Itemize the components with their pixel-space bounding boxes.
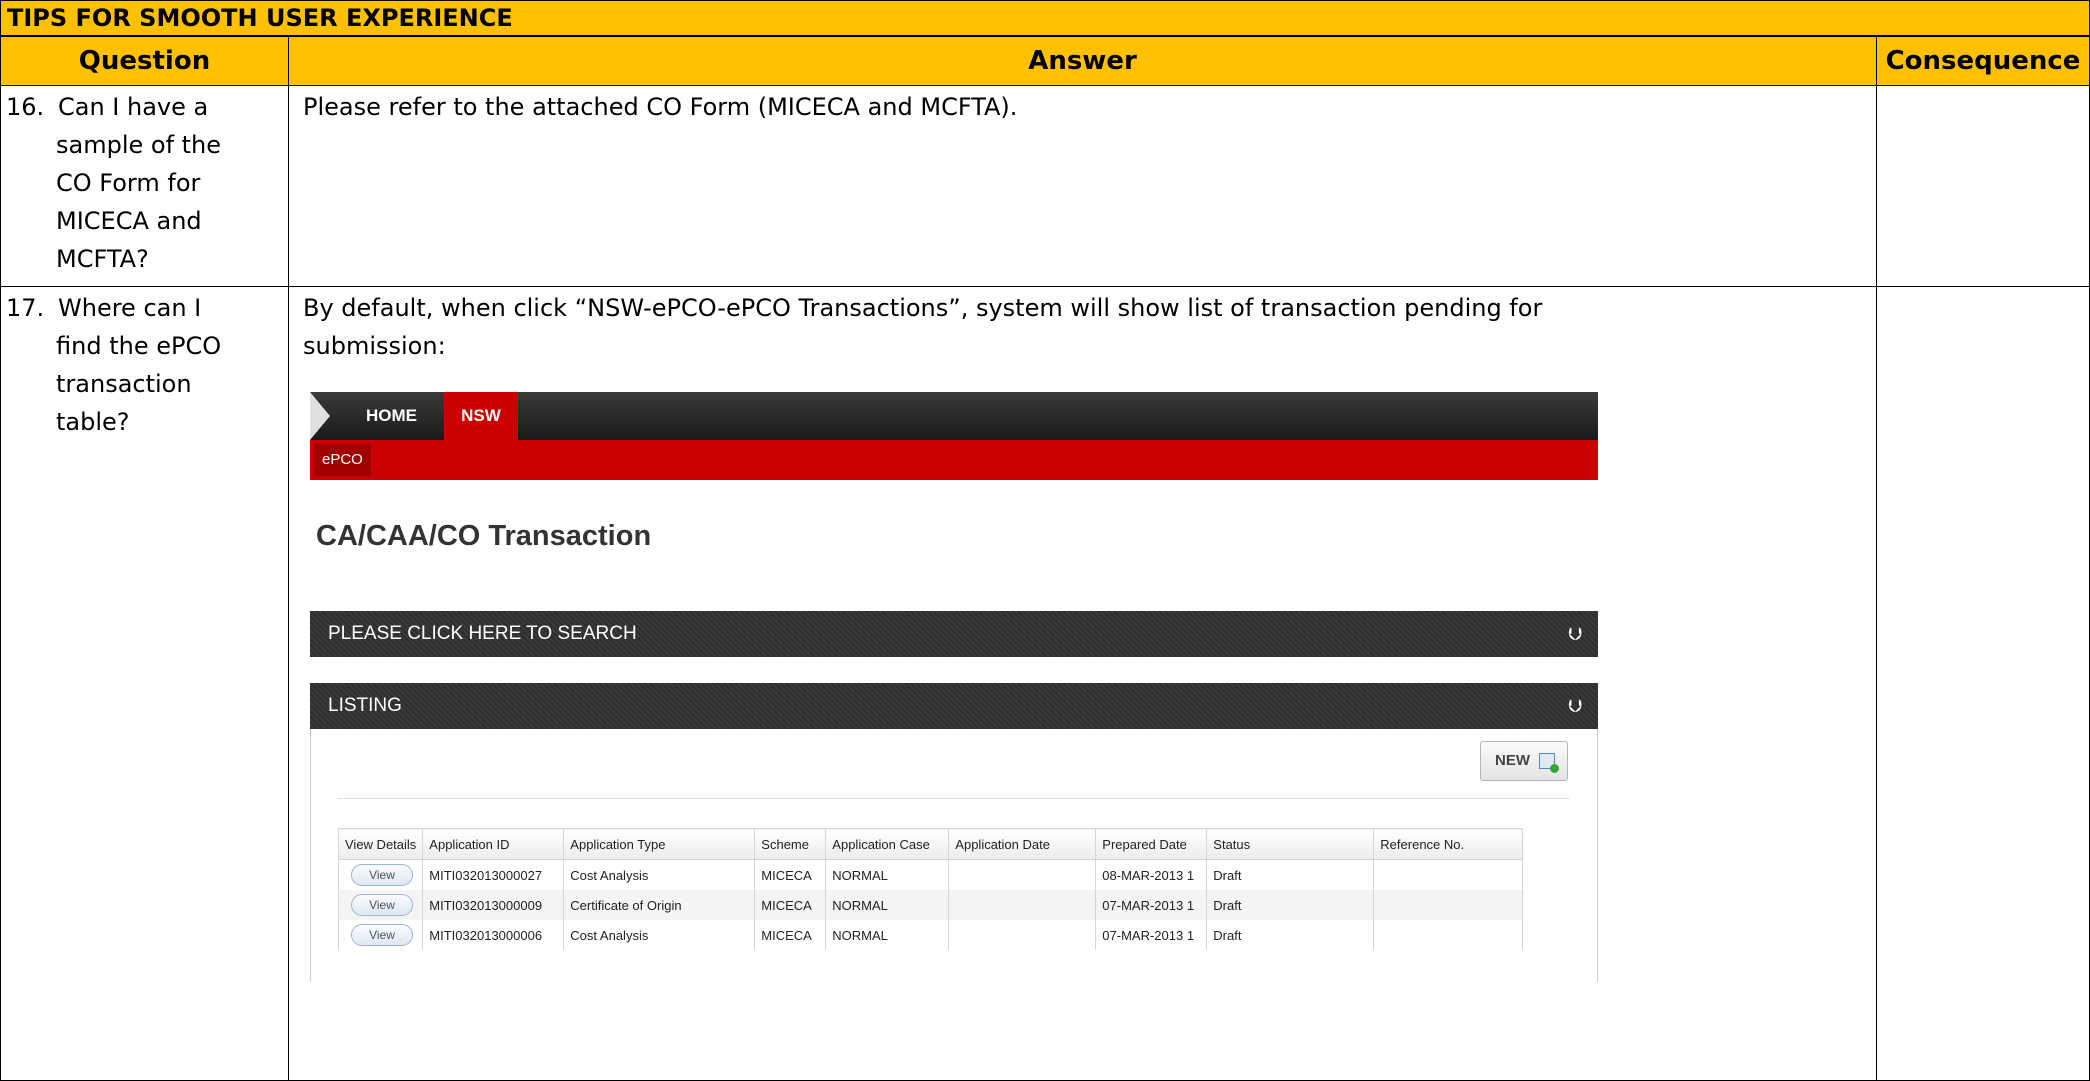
application-type: Certificate of Origin xyxy=(563,890,756,920)
prepared-date: 07-MAR-2013 1 xyxy=(1095,890,1208,920)
listing-panel-label: LISTING xyxy=(328,695,402,716)
question-text-16: 16. Can I have a sample of the CO Form fo… xyxy=(6,88,221,278)
application-id: MITI032013000009 xyxy=(422,890,565,920)
view-button[interactable]: View xyxy=(351,924,413,946)
question-number: 16. xyxy=(6,93,45,121)
reference-no xyxy=(1373,920,1524,950)
question-line: sample of the xyxy=(56,131,222,159)
view-cell: View xyxy=(337,890,424,920)
question-line: CO Form for xyxy=(56,169,201,197)
column-header[interactable]: Status xyxy=(1206,828,1375,860)
answer-line: By default, when click “NSW-ePCO-ePCO Tr… xyxy=(303,294,1543,322)
column-header[interactable]: Prepared Date xyxy=(1095,828,1208,860)
double-chevron-down-icon[interactable]: ⮋ xyxy=(1568,611,1582,657)
view-button[interactable]: View xyxy=(351,864,413,886)
table-header-row: View Details Application ID Application … xyxy=(337,828,1524,860)
view-cell: View xyxy=(337,859,424,890)
application-id: MITI032013000027 xyxy=(422,859,565,890)
answer-text-17: By default, when click “NSW-ePCO-ePCO Tr… xyxy=(303,289,1866,365)
answer-text-16: Please refer to the attached CO Form (MI… xyxy=(303,93,1018,121)
application-type: Cost Analysis xyxy=(563,859,756,890)
page-title: CA/CAA/CO Transaction xyxy=(316,520,652,552)
embedded-screenshot: HOME NSW ePCO CA/CAA/CO Transaction PLEA… xyxy=(296,392,1598,982)
new-button-label: NEW xyxy=(1495,752,1530,769)
question-cell-17: 17. Where can I find the ePCO transaction… xyxy=(0,286,289,1081)
answer-line: submission: xyxy=(303,332,446,360)
scheme: MICECA xyxy=(754,890,827,920)
divider xyxy=(338,798,1570,799)
header-answer: Answer xyxy=(288,36,1877,86)
prepared-date: 07-MAR-2013 1 xyxy=(1095,920,1208,950)
application-type: Cost Analysis xyxy=(563,920,756,950)
reference-no xyxy=(1373,859,1524,890)
application-date xyxy=(948,920,1097,950)
transaction-table: View Details Application ID Application … xyxy=(337,828,1524,950)
new-document-icon xyxy=(1539,753,1559,773)
application-date xyxy=(948,890,1097,920)
prepared-date: 08-MAR-2013 1 xyxy=(1095,859,1208,890)
column-header[interactable]: Application Type xyxy=(563,828,756,860)
header-question: Question xyxy=(0,36,289,86)
document-title: TIPS FOR SMOOTH USER EXPERIENCE xyxy=(0,0,2090,36)
scheme: MICECA xyxy=(754,920,827,950)
question-line: Can I have a xyxy=(58,93,209,121)
listing-panel-header[interactable]: LISTING ⮋ xyxy=(310,683,1598,729)
consequence-cell-17 xyxy=(1876,286,2090,1081)
question-line: find the ePCO xyxy=(56,332,222,360)
status: Draft xyxy=(1206,920,1375,950)
answer-cell-16: Please refer to the attached CO Form (MI… xyxy=(288,85,1877,287)
question-line: table? xyxy=(56,408,130,436)
question-cell-16: 16. Can I have a sample of the CO Form fo… xyxy=(0,85,289,287)
status: Draft xyxy=(1206,859,1375,890)
consequence-cell-16 xyxy=(1876,85,2090,287)
question-number: 17. xyxy=(6,294,45,322)
double-chevron-down-icon[interactable]: ⮋ xyxy=(1568,683,1582,729)
column-header[interactable]: Application ID xyxy=(422,828,565,860)
sub-nav-epco[interactable]: ePCO xyxy=(314,444,371,476)
view-cell: View xyxy=(337,920,424,950)
reference-no xyxy=(1373,890,1524,920)
scheme: MICECA xyxy=(754,859,827,890)
question-text-17: 17. Where can I find the ePCO transaction… xyxy=(6,289,221,441)
application-case: NORMAL xyxy=(825,890,950,920)
sub-nav-bar: ePCO xyxy=(310,440,1598,480)
question-line: MICECA and xyxy=(56,207,202,235)
search-panel-header[interactable]: PLEASE CLICK HERE TO SEARCH ⮋ xyxy=(310,611,1598,657)
question-line: MCFTA? xyxy=(56,245,149,273)
application-case: NORMAL xyxy=(825,859,950,890)
question-line: transaction xyxy=(56,370,192,398)
search-panel-label: PLEASE CLICK HERE TO SEARCH xyxy=(328,623,637,644)
table-row: View MITI032013000009 Certificate of Ori… xyxy=(337,890,1524,920)
nav-nsw-tab[interactable]: NSW xyxy=(444,392,518,440)
application-date xyxy=(948,859,1097,890)
column-header[interactable]: Application Date xyxy=(948,828,1097,860)
status: Draft xyxy=(1206,890,1375,920)
table-row: View MITI032013000027 Cost Analysis MICE… xyxy=(337,859,1524,890)
column-header[interactable]: Scheme xyxy=(754,828,827,860)
application-id: MITI032013000006 xyxy=(422,920,565,950)
table-row: View MITI032013000006 Cost Analysis MICE… xyxy=(337,920,1524,950)
question-line: Where can I xyxy=(58,294,202,322)
column-header[interactable]: Reference No. xyxy=(1373,828,1524,860)
application-case: NORMAL xyxy=(825,920,950,950)
header-consequence: Consequence xyxy=(1876,36,2090,86)
new-button[interactable]: NEW xyxy=(1480,741,1568,781)
nav-home-tab[interactable]: HOME xyxy=(366,392,417,440)
column-header[interactable]: Application Case xyxy=(825,828,950,860)
view-button[interactable]: View xyxy=(351,894,413,916)
nav-arrow-icon xyxy=(310,392,330,440)
column-header[interactable]: View Details xyxy=(337,828,424,860)
document: TIPS FOR SMOOTH USER EXPERIENCE Question… xyxy=(0,0,2090,1081)
